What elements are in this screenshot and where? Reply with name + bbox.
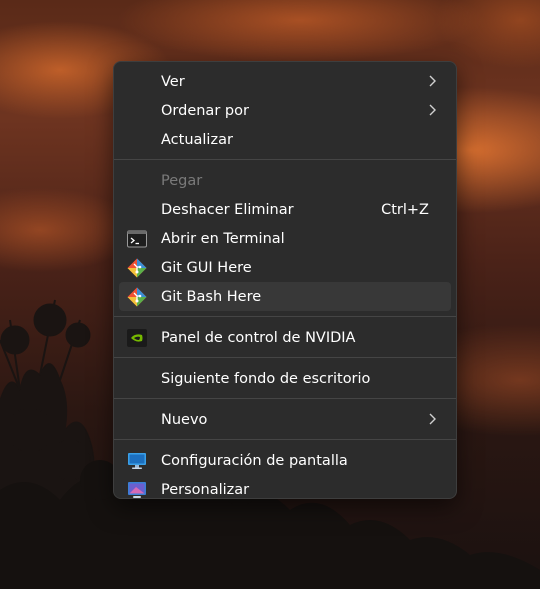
menu-separator (114, 398, 456, 399)
menu-item-pegar[interactable]: Pegar (119, 166, 451, 195)
desktop-context-menu: Ver Ordenar por Actualizar Pegar Deshace… (113, 61, 457, 499)
menu-item-label: Ver (161, 73, 185, 90)
menu-item-ordenar-por[interactable]: Ordenar por (119, 96, 451, 125)
menu-item-label: Abrir en Terminal (161, 230, 285, 247)
menu-item-nuevo[interactable]: Nuevo (119, 405, 451, 434)
menu-item-abrir-en-terminal[interactable]: Abrir en Terminal (119, 224, 451, 253)
menu-item-label: Ordenar por (161, 102, 249, 119)
terminal-icon (127, 229, 147, 249)
menu-item-label: Pegar (161, 172, 203, 189)
menu-item-label: Personalizar (161, 481, 250, 498)
git-icon (127, 287, 147, 307)
menu-item-siguiente-fondo[interactable]: Siguiente fondo de escritorio (119, 364, 451, 393)
menu-item-deshacer-eliminar[interactable]: Deshacer Eliminar Ctrl+Z (119, 195, 451, 224)
menu-item-ver[interactable]: Ver (119, 67, 451, 96)
personalize-icon (127, 480, 147, 500)
display-icon (127, 451, 147, 471)
menu-item-label: Configuración de pantalla (161, 452, 348, 469)
menu-item-git-bash-here[interactable]: Git Bash Here (119, 282, 451, 311)
menu-item-label: Deshacer Eliminar (161, 201, 294, 218)
menu-item-label: Git GUI Here (161, 259, 252, 276)
menu-item-personalizar[interactable]: Personalizar (119, 475, 451, 504)
chevron-right-icon (429, 413, 436, 425)
menu-item-git-gui-here[interactable]: Git GUI Here (119, 253, 451, 282)
git-icon (127, 258, 147, 278)
menu-item-label: Git Bash Here (161, 288, 262, 305)
menu-item-label: Actualizar (161, 131, 233, 148)
menu-item-configuracion-pantalla[interactable]: Configuración de pantalla (119, 446, 451, 475)
menu-separator (114, 439, 456, 440)
chevron-right-icon (429, 104, 436, 116)
nvidia-icon (127, 328, 147, 348)
menu-item-label: Nuevo (161, 411, 208, 428)
menu-item-label: Panel de control de NVIDIA (161, 329, 356, 346)
menu-item-nvidia-panel[interactable]: Panel de control de NVIDIA (119, 323, 451, 352)
menu-item-actualizar[interactable]: Actualizar (119, 125, 451, 154)
menu-item-shortcut: Ctrl+Z (381, 201, 429, 218)
menu-separator (114, 316, 456, 317)
chevron-right-icon (429, 75, 436, 87)
menu-separator (114, 357, 456, 358)
menu-separator (114, 159, 456, 160)
menu-item-label: Siguiente fondo de escritorio (161, 370, 371, 387)
